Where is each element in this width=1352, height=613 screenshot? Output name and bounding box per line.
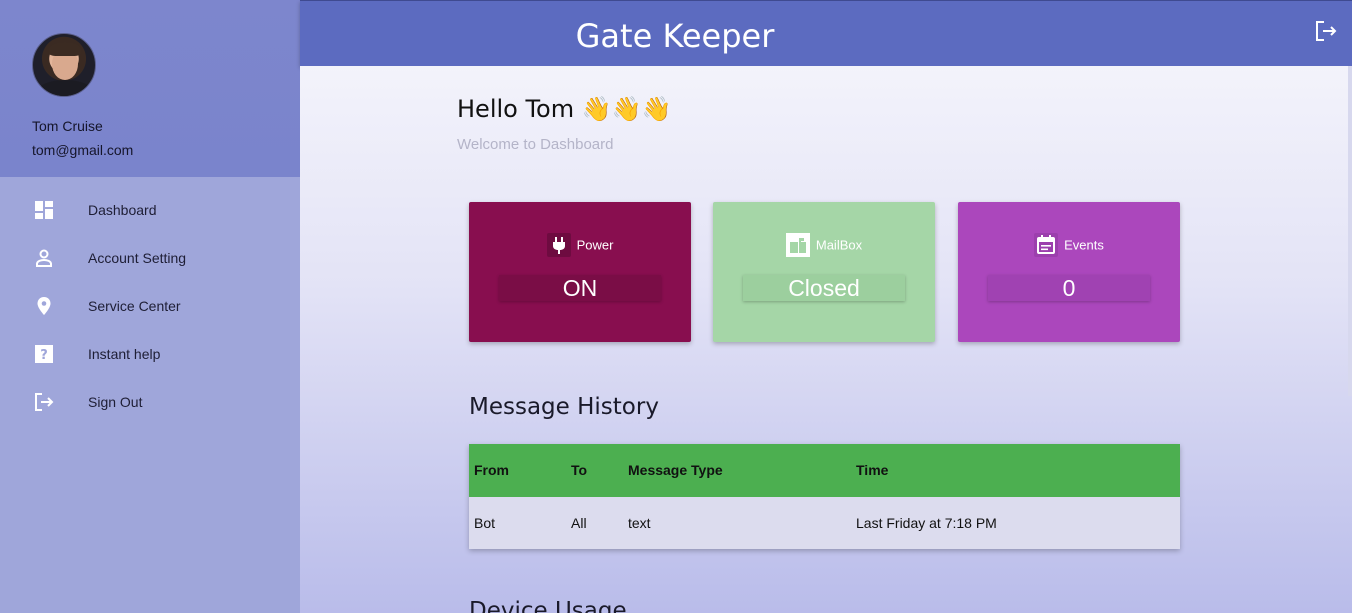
device-usage-title: Device Usage [469,598,627,613]
table-header: From To Message Type Time [469,444,1180,497]
person-icon [36,249,52,267]
mailbox-value: Closed [743,275,905,301]
message-history-title: Message History [469,394,659,420]
sidebar-item-account-setting[interactable]: Account Setting [0,238,300,278]
power-value: ON [499,275,661,301]
events-card: Events 0 [958,202,1180,342]
user-name: Tom Cruise [32,118,103,134]
column-header-message-type: Message Type [628,462,723,478]
column-header-to: To [571,462,588,478]
scrollbar[interactable] [1348,66,1352,396]
sidebar-item-instant-help[interactable]: ? Instant help [0,334,300,374]
cell-to: All [571,515,587,531]
avatar [32,33,96,97]
profile-panel: Tom Cruise tom@gmail.com [0,0,300,177]
table-row: Bot All text Last Friday at 7:18 PM [469,497,1180,549]
greeting: Hello Tom 👋👋👋 [457,95,672,123]
card-label: MailBox [815,237,863,253]
svg-text:?: ? [40,348,48,363]
column-header-time: Time [856,462,889,478]
card-label: Events [1064,237,1104,253]
app-title: Gate Keeper [575,17,775,55]
sidebar-item-sign-out[interactable]: Sign Out [0,382,300,422]
main-content: Hello Tom 👋👋👋 Welcome to Dashboard Power… [300,66,1352,613]
cell-from: Bot [474,515,496,531]
welcome-subtitle: Welcome to Dashboard [457,136,614,153]
sidebar-item-label: Account Setting [88,250,187,266]
sidebar-item-label: Service Center [88,298,181,314]
column-header-from: From [474,462,509,478]
mailbox-icon [785,233,810,257]
events-value: 0 [988,275,1150,301]
sidebar-item-label: Instant help [88,346,161,362]
power-card: Power ON [469,202,691,342]
user-email: tom@gmail.com [32,142,134,158]
dashboard-icon [35,201,53,219]
calendar-icon [1034,233,1059,257]
sign-out-icon[interactable] [1314,19,1338,43]
message-history-table: From To Message Type Time Bot All text L… [469,444,1180,549]
card-label: Power [576,237,614,253]
cell-time: Last Friday at 7:18 PM [856,515,997,531]
sign-out-icon [35,393,54,411]
sidebar-item-label: Dashboard [88,202,157,218]
location-pin-icon [37,297,51,315]
sidebar: Tom Cruise tom@gmail.com Dashboard Accou… [0,0,300,613]
sidebar-item-service-center[interactable]: Service Center [0,286,300,326]
sidebar-item-label: Sign Out [88,394,143,410]
cell-message-type: text [628,515,651,531]
help-icon: ? [35,345,53,363]
plug-icon [546,233,571,257]
top-bar: Gate Keeper [300,0,1352,66]
sidebar-item-dashboard[interactable]: Dashboard [0,190,300,230]
mailbox-card: MailBox Closed [713,202,935,342]
